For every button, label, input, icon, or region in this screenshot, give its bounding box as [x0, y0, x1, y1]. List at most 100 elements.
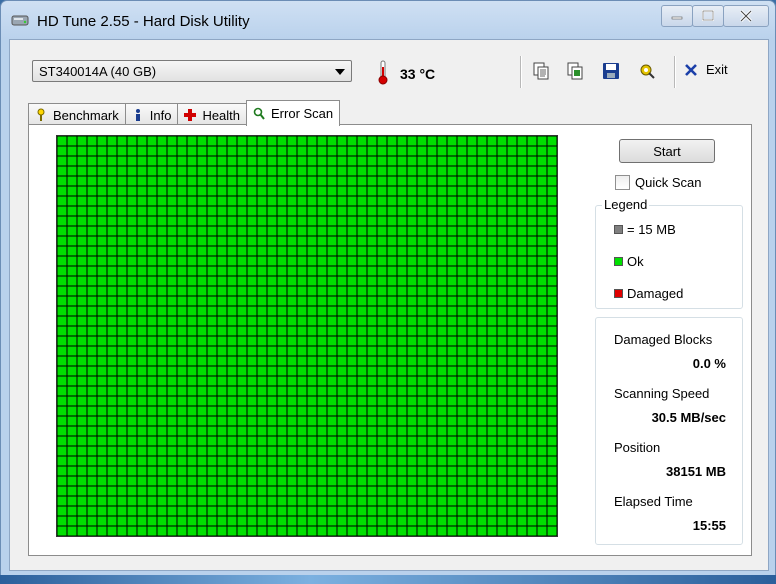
scan-block — [447, 156, 457, 166]
scan-block — [407, 186, 417, 196]
scan-block — [407, 436, 417, 446]
scan-block — [447, 326, 457, 336]
exit-button[interactable]: Exit — [684, 62, 728, 77]
scan-block — [67, 216, 77, 226]
scan-block — [207, 436, 217, 446]
scan-block — [337, 366, 347, 376]
scan-block — [417, 136, 427, 146]
maximize-button[interactable] — [692, 5, 724, 27]
scan-block — [107, 396, 117, 406]
scan-block — [267, 246, 277, 256]
drive-select[interactable]: ST340014A (40 GB) — [32, 60, 352, 82]
scan-block — [307, 306, 317, 316]
save-icon[interactable] — [602, 62, 620, 80]
scan-block — [137, 226, 147, 236]
scan-block — [317, 366, 327, 376]
scan-block — [207, 336, 217, 346]
scan-block — [517, 336, 527, 346]
scan-block — [207, 356, 217, 366]
scan-block — [267, 346, 277, 356]
scan-block — [497, 496, 507, 506]
scan-block — [117, 136, 127, 146]
scan-block — [537, 276, 547, 286]
title-bar[interactable]: HD Tune 2.55 - Hard Disk Utility — [1, 1, 775, 39]
scan-block — [117, 286, 127, 296]
scan-block — [347, 386, 357, 396]
scan-block — [197, 496, 207, 506]
scan-block — [147, 276, 157, 286]
toolbar-separator — [674, 56, 676, 88]
scan-block — [157, 236, 167, 246]
options-icon[interactable] — [638, 62, 656, 80]
scan-block — [367, 466, 377, 476]
scan-block — [67, 336, 77, 346]
scan-block — [477, 256, 487, 266]
scan-block — [447, 286, 457, 296]
scan-block — [337, 326, 347, 336]
scan-block — [527, 396, 537, 406]
scan-block — [347, 326, 357, 336]
scan-block — [427, 456, 437, 466]
close-button[interactable] — [723, 5, 769, 27]
scan-block — [307, 476, 317, 486]
scan-block — [257, 436, 267, 446]
toolbar: ST340014A (40 GB) 33 °C Exit — [10, 40, 768, 98]
scan-block — [417, 176, 427, 186]
scan-block — [317, 446, 327, 456]
chevron-down-icon — [335, 69, 345, 75]
scan-block — [167, 236, 177, 246]
scan-block — [417, 466, 427, 476]
scan-block — [337, 296, 347, 306]
scan-block — [247, 336, 257, 346]
tab-info[interactable]: Info — [124, 103, 179, 126]
scan-block — [107, 506, 117, 516]
scan-block — [537, 286, 547, 296]
tab-benchmark[interactable]: Benchmark — [28, 103, 126, 126]
scan-block — [257, 476, 267, 486]
scan-block — [127, 436, 137, 446]
scan-block — [77, 446, 87, 456]
copy-text-icon[interactable] — [532, 62, 550, 80]
copy-image-icon[interactable] — [566, 62, 584, 80]
scan-block — [177, 376, 187, 386]
scan-block — [177, 456, 187, 466]
scan-block — [547, 526, 557, 536]
start-button[interactable]: Start — [619, 139, 715, 163]
scan-block — [397, 266, 407, 276]
scan-block — [257, 266, 267, 276]
scan-block — [507, 376, 517, 386]
scan-block — [427, 356, 437, 366]
scan-block — [337, 496, 347, 506]
tab-error-scan[interactable]: Error Scan — [246, 100, 341, 126]
scan-block — [327, 246, 337, 256]
scan-block — [187, 196, 197, 206]
scan-block — [367, 196, 377, 206]
scan-block — [177, 146, 187, 156]
elapsed-time-value: 15:55 — [692, 518, 726, 533]
scan-block — [537, 396, 547, 406]
scan-block — [507, 506, 517, 516]
scan-block — [407, 486, 417, 496]
scan-block — [297, 136, 307, 146]
scan-block — [547, 466, 557, 476]
tab-health[interactable]: Health — [177, 103, 248, 126]
scan-block — [157, 406, 167, 416]
scan-block — [177, 296, 187, 306]
scan-block — [117, 496, 127, 506]
scan-block — [167, 496, 177, 506]
quick-scan-option[interactable]: Quick Scan — [615, 175, 701, 190]
scan-block — [177, 176, 187, 186]
scan-block — [297, 346, 307, 356]
scan-block — [207, 246, 217, 256]
scan-block — [357, 476, 367, 486]
scan-block — [197, 256, 207, 266]
scan-block — [97, 306, 107, 316]
minimize-button[interactable] — [661, 5, 693, 27]
scan-block — [347, 316, 357, 326]
scan-block — [157, 416, 167, 426]
scan-block — [247, 476, 257, 486]
scan-block — [437, 256, 447, 266]
scan-block — [97, 516, 107, 526]
quick-scan-checkbox[interactable] — [615, 175, 630, 190]
scan-block — [447, 306, 457, 316]
